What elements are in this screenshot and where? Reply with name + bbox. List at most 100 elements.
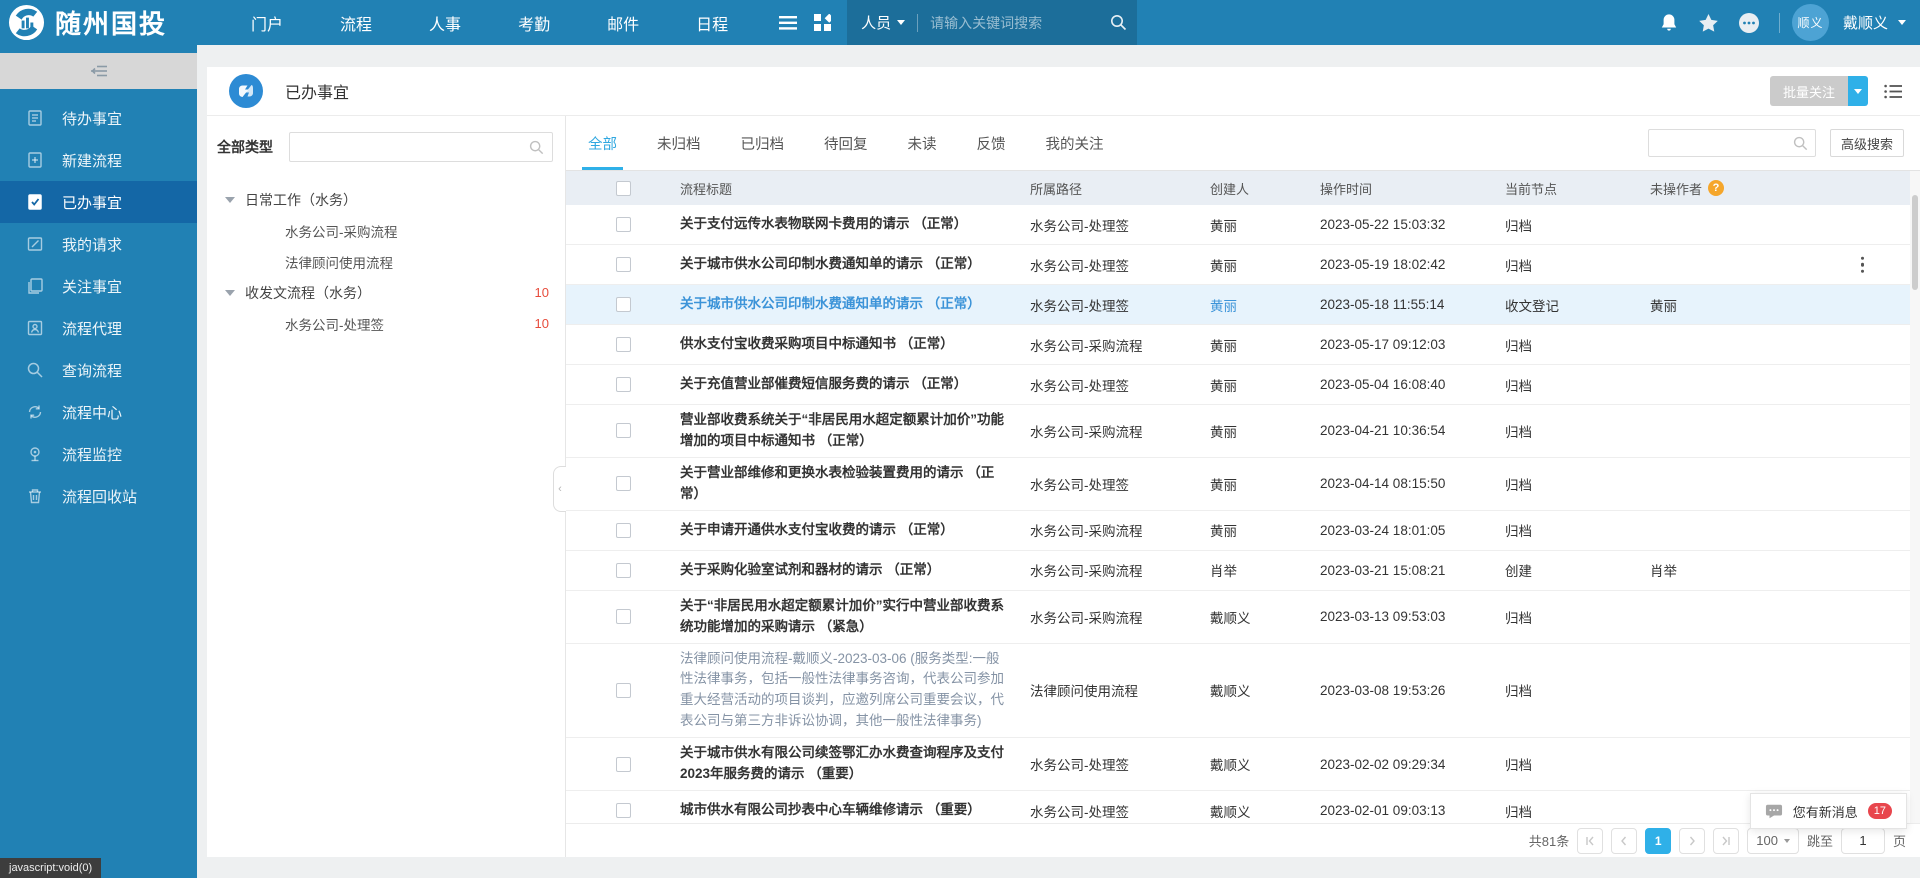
brand[interactable]: 随州国投 xyxy=(0,4,181,41)
last-page-button[interactable] xyxy=(1713,828,1739,854)
menu-item-flow[interactable]: 流程 xyxy=(326,0,386,45)
table-row[interactable]: 关于申请开通供水支付宝收费的请示 （正常） 水务公司-采购流程 黄丽 2023-… xyxy=(566,511,1920,551)
search-icon[interactable] xyxy=(529,140,544,155)
tab-my-follow[interactable]: 我的关注 xyxy=(1046,116,1104,170)
row-creator[interactable]: 戴顺义 xyxy=(1210,607,1320,627)
table-row[interactable]: 关于营业部维修和更换水表检验装置费用的请示 （正常） 水务公司-处理签 黄丽 2… xyxy=(566,458,1920,511)
row-checkbox[interactable] xyxy=(616,683,631,698)
row-title[interactable]: 关于营业部维修和更换水表检验装置费用的请示 （正常） xyxy=(680,463,1030,505)
row-title[interactable]: 关于城市供水公司印制水费通知单的请示 （正常） xyxy=(680,294,1030,315)
sidebar-item-new-flow[interactable]: 新建流程 xyxy=(0,139,197,181)
caret-down-icon[interactable] xyxy=(225,197,235,203)
scrollbar-thumb[interactable] xyxy=(1912,195,1918,290)
search-scope-dropdown[interactable]: 人员 xyxy=(861,12,905,33)
select-all-checkbox[interactable] xyxy=(616,181,631,196)
row-checkbox[interactable] xyxy=(616,257,631,272)
row-title[interactable]: 关于采购化验室试剂和器材的请示 （正常） xyxy=(680,560,1030,581)
batch-follow-label[interactable]: 批量关注 xyxy=(1770,76,1848,106)
global-search-input[interactable] xyxy=(930,15,1110,31)
search-icon[interactable] xyxy=(1110,14,1127,31)
bell-icon[interactable] xyxy=(1651,0,1687,45)
chevron-down-icon[interactable] xyxy=(1898,20,1906,25)
row-checkbox[interactable] xyxy=(616,803,631,818)
sidebar-item-todo[interactable]: 待办事宜 xyxy=(0,97,197,139)
row-creator[interactable]: 黄丽 xyxy=(1210,474,1320,494)
row-checkbox[interactable] xyxy=(616,377,631,392)
batch-follow-dropdown[interactable] xyxy=(1848,76,1868,106)
table-row-selected[interactable]: 关于城市供水公司印制水费通知单的请示 （正常） 水务公司-处理签 黄丽 2023… xyxy=(566,285,1920,325)
tab-archived[interactable]: 已归档 xyxy=(741,116,785,170)
row-checkbox[interactable] xyxy=(616,609,631,624)
new-message-popup[interactable]: 您有新消息 17 xyxy=(1750,793,1907,829)
tree-node-procurement[interactable]: 水务公司-采购流程 xyxy=(217,215,553,246)
list-search-input[interactable] xyxy=(1656,136,1793,151)
row-creator[interactable]: 黄丽 xyxy=(1210,421,1320,441)
row-title[interactable]: 城市供水有限公司抄表中心车辆维修请示 （重要） xyxy=(680,800,1030,821)
tab-feedback[interactable]: 反馈 xyxy=(977,116,1006,170)
menu-icon[interactable] xyxy=(771,0,805,45)
tree-node-processing-sign[interactable]: 水务公司-处理签 10 xyxy=(217,308,553,339)
row-creator[interactable]: 黄丽 xyxy=(1210,215,1320,235)
row-checkbox[interactable] xyxy=(616,523,631,538)
sidebar-item-followed[interactable]: 关注事宜 xyxy=(0,265,197,307)
sidebar-item-flow-center[interactable]: 流程中心 xyxy=(0,391,197,433)
question-icon[interactable]: ? xyxy=(1708,180,1724,196)
panel-collapse-handle[interactable]: ‹ xyxy=(553,466,566,512)
row-creator[interactable]: 戴顺义 xyxy=(1210,680,1320,700)
tree-node-document-flow[interactable]: 收发文流程（水务） 10 xyxy=(217,277,553,308)
sidebar-item-recycle-bin[interactable]: 流程回收站 xyxy=(0,475,197,517)
table-row[interactable]: 营业部收费系统关于“非居民用水超定额累计加价”功能增加的项目中标通知书 （正常）… xyxy=(566,405,1920,458)
row-title[interactable]: 关于申请开通供水支付宝收费的请示 （正常） xyxy=(680,520,1030,541)
caret-down-icon[interactable] xyxy=(225,290,235,296)
table-row[interactable]: 关于支付远传水表物联网卡费用的请示 （正常） 水务公司-处理签 黄丽 2023-… xyxy=(566,205,1920,245)
sidebar-collapse-toggle[interactable] xyxy=(0,53,197,89)
list-view-icon[interactable] xyxy=(1884,84,1902,99)
tab-unread[interactable]: 未读 xyxy=(908,116,937,170)
row-title[interactable]: 关于城市供水公司印制水费通知单的请示 （正常） xyxy=(680,254,1030,275)
row-title[interactable]: 供水支付宝收费采购项目中标通知书 （正常） xyxy=(680,334,1030,355)
row-title[interactable]: 法律顾问使用流程-戴顺义-2023-03-06 (服务类型:一般性法律事务，包括… xyxy=(680,649,1030,733)
more-vertical-icon[interactable] xyxy=(1861,256,1865,273)
tree-node-daily-work[interactable]: 日常工作（水务） xyxy=(217,184,553,215)
sidebar-item-proxy[interactable]: 流程代理 xyxy=(0,307,197,349)
row-checkbox[interactable] xyxy=(616,563,631,578)
batch-follow-button[interactable]: 批量关注 xyxy=(1770,76,1868,106)
table-row[interactable]: 关于城市供水有限公司续签鄂汇办水费查询程序及支付2023年服务费的请示 （重要）… xyxy=(566,738,1920,791)
next-page-button[interactable] xyxy=(1679,828,1705,854)
row-checkbox[interactable] xyxy=(616,297,631,312)
sidebar-item-my-requests[interactable]: 我的请求 xyxy=(0,223,197,265)
row-title[interactable]: 关于城市供水有限公司续签鄂汇办水费查询程序及支付2023年服务费的请示 （重要） xyxy=(680,743,1030,785)
user-avatar[interactable]: 顺义 xyxy=(1792,4,1829,41)
row-checkbox[interactable] xyxy=(616,423,631,438)
menu-item-hr[interactable]: 人事 xyxy=(415,0,475,45)
table-row[interactable]: 关于“非居民用水超定额累计加价”实行中营业部收费系统功能增加的采购请示 （紧急）… xyxy=(566,591,1920,644)
row-creator[interactable]: 肖举 xyxy=(1210,560,1320,580)
jump-page-input[interactable] xyxy=(1841,828,1885,854)
menu-item-schedule[interactable]: 日程 xyxy=(682,0,742,45)
tab-unarchived[interactable]: 未归档 xyxy=(657,116,701,170)
row-creator[interactable]: 戴顺义 xyxy=(1210,754,1320,774)
tab-all[interactable]: 全部 xyxy=(588,116,617,170)
prev-page-button[interactable] xyxy=(1611,828,1637,854)
search-icon[interactable] xyxy=(1793,136,1808,151)
table-row[interactable]: 供水支付宝收费采购项目中标通知书 （正常） 水务公司-采购流程 黄丽 2023-… xyxy=(566,325,1920,365)
table-row[interactable]: 城市供水有限公司抄表中心车辆维修请示 （重要） 水务公司-处理签 戴顺义 202… xyxy=(566,791,1920,823)
row-title[interactable]: 关于支付远传水表物联网卡费用的请示 （正常） xyxy=(680,214,1030,235)
row-creator[interactable]: 黄丽 xyxy=(1210,255,1320,275)
menu-item-portal[interactable]: 门户 xyxy=(237,0,297,45)
tab-pending-reply[interactable]: 待回复 xyxy=(824,116,868,170)
row-title[interactable]: 关于“非居民用水超定额累计加价”实行中营业部收费系统功能增加的采购请示 （紧急） xyxy=(680,596,1030,638)
first-page-button[interactable] xyxy=(1577,828,1603,854)
row-creator[interactable]: 黄丽 xyxy=(1210,335,1320,355)
scrollbar-track[interactable] xyxy=(1910,171,1920,823)
table-row[interactable]: 关于采购化验室试剂和器材的请示 （正常） 水务公司-采购流程 肖举 2023-0… xyxy=(566,551,1920,591)
menu-item-mail[interactable]: 邮件 xyxy=(593,0,653,45)
tree-node-legal-counsel[interactable]: 法律顾问使用流程 xyxy=(217,246,553,277)
user-name[interactable]: 戴顺义 xyxy=(1843,12,1888,33)
row-creator[interactable]: 戴顺义 xyxy=(1210,801,1320,821)
row-creator[interactable]: 黄丽 xyxy=(1210,295,1320,315)
table-row[interactable]: 关于城市供水公司印制水费通知单的请示 （正常） 水务公司-处理签 黄丽 2023… xyxy=(566,245,1920,285)
sidebar-item-done[interactable]: 已办事宜 xyxy=(0,181,197,223)
sidebar-item-flow-monitor[interactable]: 流程监控 xyxy=(0,433,197,475)
table-row[interactable]: 法律顾问使用流程-戴顺义-2023-03-06 (服务类型:一般性法律事务，包括… xyxy=(566,644,1920,739)
